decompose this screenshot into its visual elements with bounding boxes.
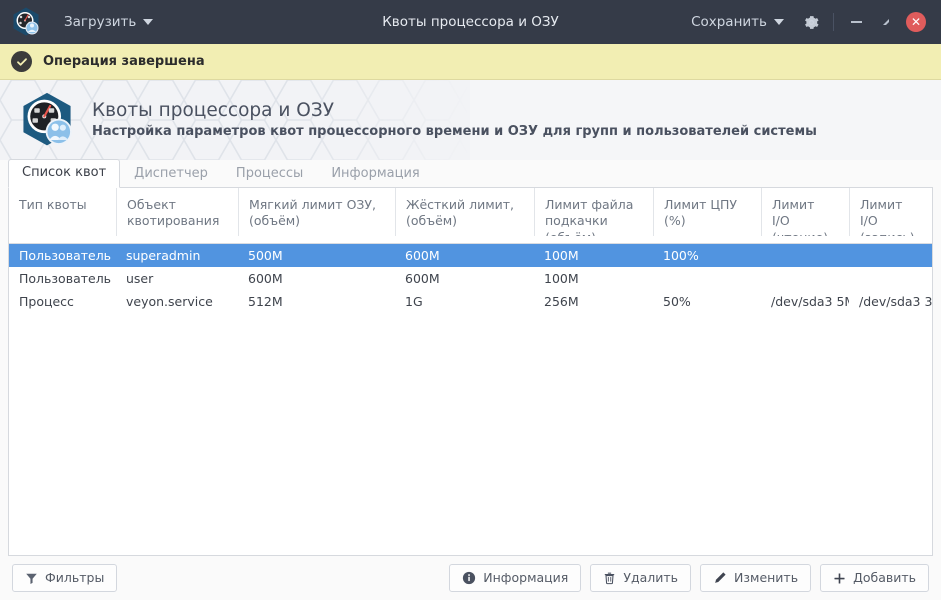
cell-quota-object: veyon.service	[126, 294, 213, 309]
check-circle-icon	[11, 51, 32, 72]
cell-soft-ram: 600M	[248, 271, 283, 286]
app-logo-icon	[10, 6, 42, 38]
column-header-quota-type[interactable]: Тип квоты	[9, 188, 116, 236]
funnel-icon	[25, 572, 38, 585]
cell-quota-type: Пользователь	[19, 271, 112, 286]
cell-quota-type: Процесс	[19, 294, 74, 309]
cell-hard-limit: 600M	[405, 248, 440, 263]
close-button[interactable]: ✕	[901, 7, 931, 37]
cell-soft-ram: 512M	[248, 294, 283, 309]
maximize-button[interactable]	[871, 7, 901, 37]
info-circle-icon	[462, 571, 476, 585]
cell-quota-type: Пользователь	[19, 248, 112, 263]
tab-processes[interactable]: Процессы	[222, 160, 317, 188]
cell-io-read: /dev/sda3 5M	[771, 294, 849, 309]
load-menu-button[interactable]: Загрузить	[58, 10, 159, 34]
edit-button[interactable]: Изменить	[700, 564, 812, 592]
load-menu-label: Загрузить	[64, 14, 137, 30]
tab-quota-list[interactable]: Список квот	[8, 158, 121, 188]
filters-label: Фильтры	[45, 569, 105, 585]
column-header-hard-limit[interactable]: Жёсткий лимит, (объём)	[395, 188, 534, 236]
add-button[interactable]: Добавить	[820, 564, 929, 592]
cell-hard-limit: 600M	[405, 271, 440, 286]
save-menu-button[interactable]: Сохранить	[685, 10, 790, 34]
column-header-quota-object[interactable]: Объект квотирования	[116, 188, 238, 236]
save-menu-label: Сохранить	[691, 14, 767, 30]
filters-button[interactable]: Фильтры	[12, 564, 118, 592]
tab-bar: Список квот Диспетчер Процессы Информаци…	[0, 158, 941, 188]
page-title: Квоты процессора и ОЗУ	[92, 100, 334, 122]
info-button[interactable]: Информация	[449, 564, 582, 592]
table-row[interactable]: Процесс veyon.service 512M 1G 256M 50% /…	[9, 290, 932, 313]
column-header-io-write-limit[interactable]: ЛимитI/O(запись)	[849, 188, 932, 236]
column-header-io-read-limit[interactable]: ЛимитI/O(чтение)	[761, 188, 849, 236]
table-header-row: Тип квоты Объект квотирования Мягкий лими…	[9, 188, 932, 244]
chevron-down-icon	[774, 19, 784, 25]
cell-swap-limit: 256M	[544, 294, 579, 309]
column-header-cpu-limit[interactable]: Лимит ЦПУ (%)	[653, 188, 761, 236]
cpu-ram-quota-logo-icon	[18, 91, 76, 149]
chevron-down-icon	[143, 19, 154, 25]
table-row[interactable]: Пользователь superadmin 500M 600M 100M 1…	[9, 244, 932, 267]
edit-label: Изменить	[734, 569, 799, 585]
delete-button[interactable]: Удалить	[590, 564, 692, 592]
table-body: Пользователь superadmin 500M 600M 100M 1…	[9, 244, 932, 555]
cell-swap-limit: 100M	[544, 271, 579, 286]
title-bar: Загрузить Квоты процессора и ОЗУ Сохрани…	[0, 0, 941, 44]
gear-icon	[804, 15, 819, 29]
minimize-button[interactable]	[841, 7, 871, 37]
cell-io-write: /dev/sda3 3M	[859, 294, 932, 309]
table-row[interactable]: Пользователь user 600M 600M 100M	[9, 267, 932, 290]
tab-manager[interactable]: Диспетчер	[120, 160, 222, 188]
notification-text: Операция завершена	[43, 54, 205, 69]
pencil-icon	[713, 571, 727, 585]
column-header-soft-ram-limit[interactable]: Мягкий лимит ОЗУ, (объём)	[238, 188, 395, 236]
cell-soft-ram: 500M	[248, 248, 283, 263]
tab-information[interactable]: Информация	[317, 160, 433, 188]
cell-cpu-limit: 50%	[663, 294, 691, 309]
settings-button[interactable]	[796, 7, 826, 37]
add-label: Добавить	[853, 569, 916, 585]
info-label: Информация	[483, 569, 569, 585]
plus-icon	[833, 572, 846, 585]
trash-icon	[603, 571, 616, 585]
restore-icon	[883, 19, 889, 25]
cell-swap-limit: 100M	[544, 248, 579, 263]
minimize-icon	[850, 21, 862, 23]
cell-quota-object: superadmin	[126, 248, 201, 263]
window-controls: Сохранить ✕	[685, 7, 941, 37]
delete-label: Удалить	[623, 569, 679, 585]
notification-bar: Операция завершена	[0, 44, 941, 80]
close-icon: ✕	[906, 12, 926, 32]
cell-hard-limit: 1G	[405, 294, 423, 309]
titlebar-divider	[833, 13, 834, 31]
page-header-banner: Квоты процессора и ОЗУ Настройка парамет…	[0, 80, 941, 160]
cell-quota-object: user	[126, 271, 154, 286]
application-window: Загрузить Квоты процессора и ОЗУ Сохрани…	[0, 0, 941, 600]
cell-cpu-limit: 100%	[663, 248, 699, 263]
page-subtitle: Настройка параметров квот процессорного …	[92, 124, 817, 140]
quota-table-panel: Тип квоты Объект квотирования Мягкий лими…	[8, 187, 933, 556]
banner-text-block: Квоты процессора и ОЗУ Настройка парамет…	[92, 100, 817, 140]
bottom-toolbar: Фильтры Информация Удалить Изменить Доба…	[0, 556, 941, 600]
column-header-swap-limit[interactable]: Лимит файлаподкачки(объём)	[534, 188, 653, 236]
